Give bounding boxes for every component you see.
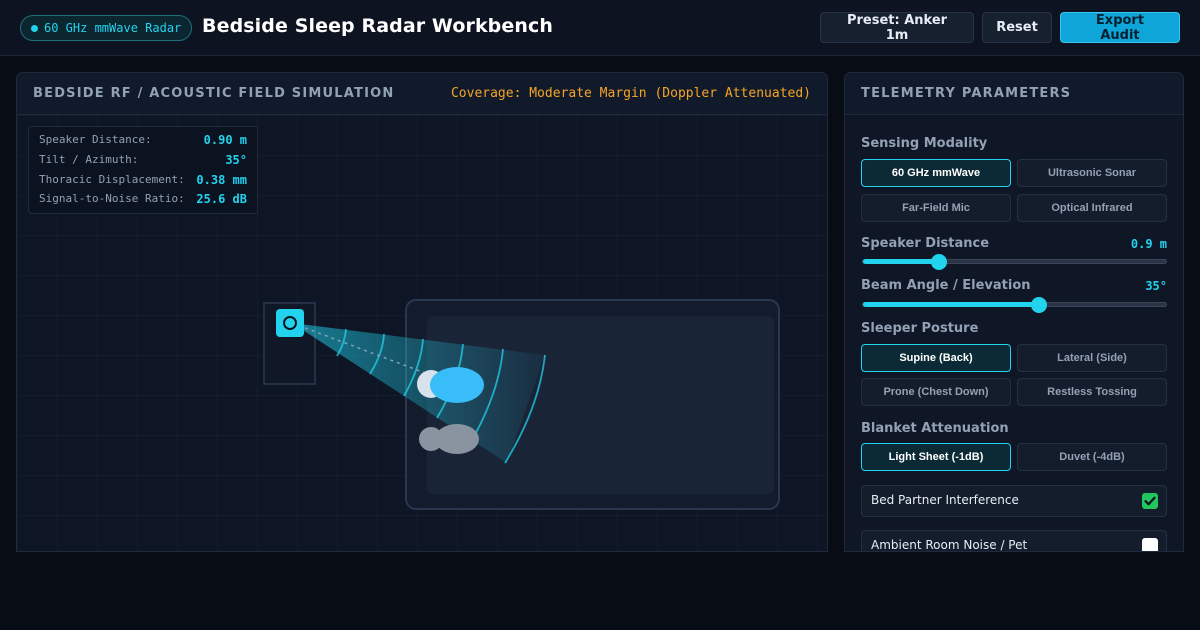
readout-row: Signal-to-Noise Ratio: 25.6 dB [39, 192, 247, 208]
readout-row: Tilt / Azimuth: 35° [39, 153, 247, 169]
slider-fill [863, 259, 939, 264]
ambient-noise-label: Ambient Room Noise / Pet [871, 538, 1028, 552]
readout-value: 25.6 dB [196, 192, 247, 206]
readout-label: Speaker Distance: [39, 133, 152, 146]
checkmark-icon [1144, 496, 1156, 506]
beam-angle-label: Beam Angle / Elevation [861, 278, 1031, 293]
simulation-title: BEDSIDE RF / ACOUSTIC FIELD SIMULATION [33, 86, 395, 101]
partner-interference-checkbox[interactable] [1142, 493, 1158, 509]
partner-body [435, 424, 479, 454]
sleeper-torso [430, 367, 484, 403]
posture-option-lateral[interactable]: Lateral (Side) [1017, 344, 1167, 372]
simulation-panel-header: BEDSIDE RF / ACOUSTIC FIELD SIMULATION C… [17, 73, 827, 115]
readout-label: Tilt / Azimuth: [39, 153, 139, 166]
readout-label: Signal-to-Noise Ratio: [39, 192, 185, 205]
readout-label: Thoracic Displacement: [39, 173, 185, 186]
blanket-option-light-sheet[interactable]: Light Sheet (-1dB) [861, 443, 1011, 471]
modality-option-infrared[interactable]: Optical Infrared [1017, 194, 1167, 222]
partner-interference-label: Bed Partner Interference [871, 493, 1019, 507]
app-title: Bedside Sleep Radar Workbench [202, 15, 553, 37]
slider-fill [863, 302, 1039, 307]
sensing-modality-label: Sensing Modality [861, 136, 988, 151]
readout-value: 35° [225, 153, 247, 167]
readout-row: Thoracic Displacement: 0.38 mm [39, 173, 247, 189]
readout-row: Speaker Distance: 0.90 m [39, 133, 247, 149]
slider-thumb[interactable] [930, 254, 947, 270]
posture-option-supine[interactable]: Supine (Back) [861, 344, 1011, 372]
simulation-panel: BEDSIDE RF / ACOUSTIC FIELD SIMULATION C… [16, 72, 828, 552]
blanket-attenuation-label: Blanket Attenuation [861, 421, 1009, 436]
slider-thumb[interactable] [1030, 297, 1047, 313]
ambient-noise-toggle[interactable]: Ambient Room Noise / Pet [861, 530, 1167, 552]
status-dot-icon [31, 24, 38, 32]
preset-button[interactable]: Preset: Anker 1m [820, 12, 974, 43]
posture-option-restless[interactable]: Restless Tossing [1017, 378, 1167, 406]
modality-badge-label: 60 GHz mmWave Radar [44, 21, 182, 35]
modality-option-mic[interactable]: Far-Field Mic [861, 194, 1011, 222]
speaker-distance-value: 0.9 m [1130, 237, 1167, 251]
sleeper-posture-label: Sleeper Posture [861, 321, 979, 336]
speaker-distance-label: Speaker Distance [861, 236, 990, 251]
telemetry-panel: TELEMETRY PARAMETERS Sensing Modality 60… [844, 72, 1184, 552]
reset-button[interactable]: Reset [982, 12, 1052, 43]
beam-angle-value: 35° [1145, 279, 1167, 293]
speaker-distance-slider[interactable] [862, 254, 1167, 270]
posture-option-prone[interactable]: Prone (Chest Down) [861, 378, 1011, 406]
app-header: 60 GHz mmWave Radar Bedside Sleep Radar … [0, 0, 1200, 56]
coverage-status: Coverage: Moderate Margin (Doppler Atten… [450, 86, 811, 101]
modality-option-sonar[interactable]: Ultrasonic Sonar [1017, 159, 1167, 187]
partner-interference-toggle[interactable]: Bed Partner Interference [861, 485, 1167, 517]
readout-overlay: Speaker Distance: 0.90 m Tilt / Azimuth:… [28, 126, 258, 214]
export-audit-button[interactable]: Export Audit [1060, 12, 1180, 43]
blanket-option-duvet[interactable]: Duvet (-4dB) [1017, 443, 1167, 471]
beam-angle-slider[interactable] [862, 297, 1167, 313]
smart-speaker-icon[interactable] [276, 309, 304, 337]
telemetry-panel-header: TELEMETRY PARAMETERS [845, 73, 1183, 115]
ambient-noise-checkbox[interactable] [1142, 538, 1158, 551]
modality-option-mmwave[interactable]: 60 GHz mmWave [861, 159, 1011, 187]
readout-value: 0.38 mm [196, 173, 247, 187]
readout-value: 0.90 m [203, 133, 247, 147]
telemetry-title: TELEMETRY PARAMETERS [861, 86, 1072, 101]
modality-badge: 60 GHz mmWave Radar [20, 15, 193, 41]
